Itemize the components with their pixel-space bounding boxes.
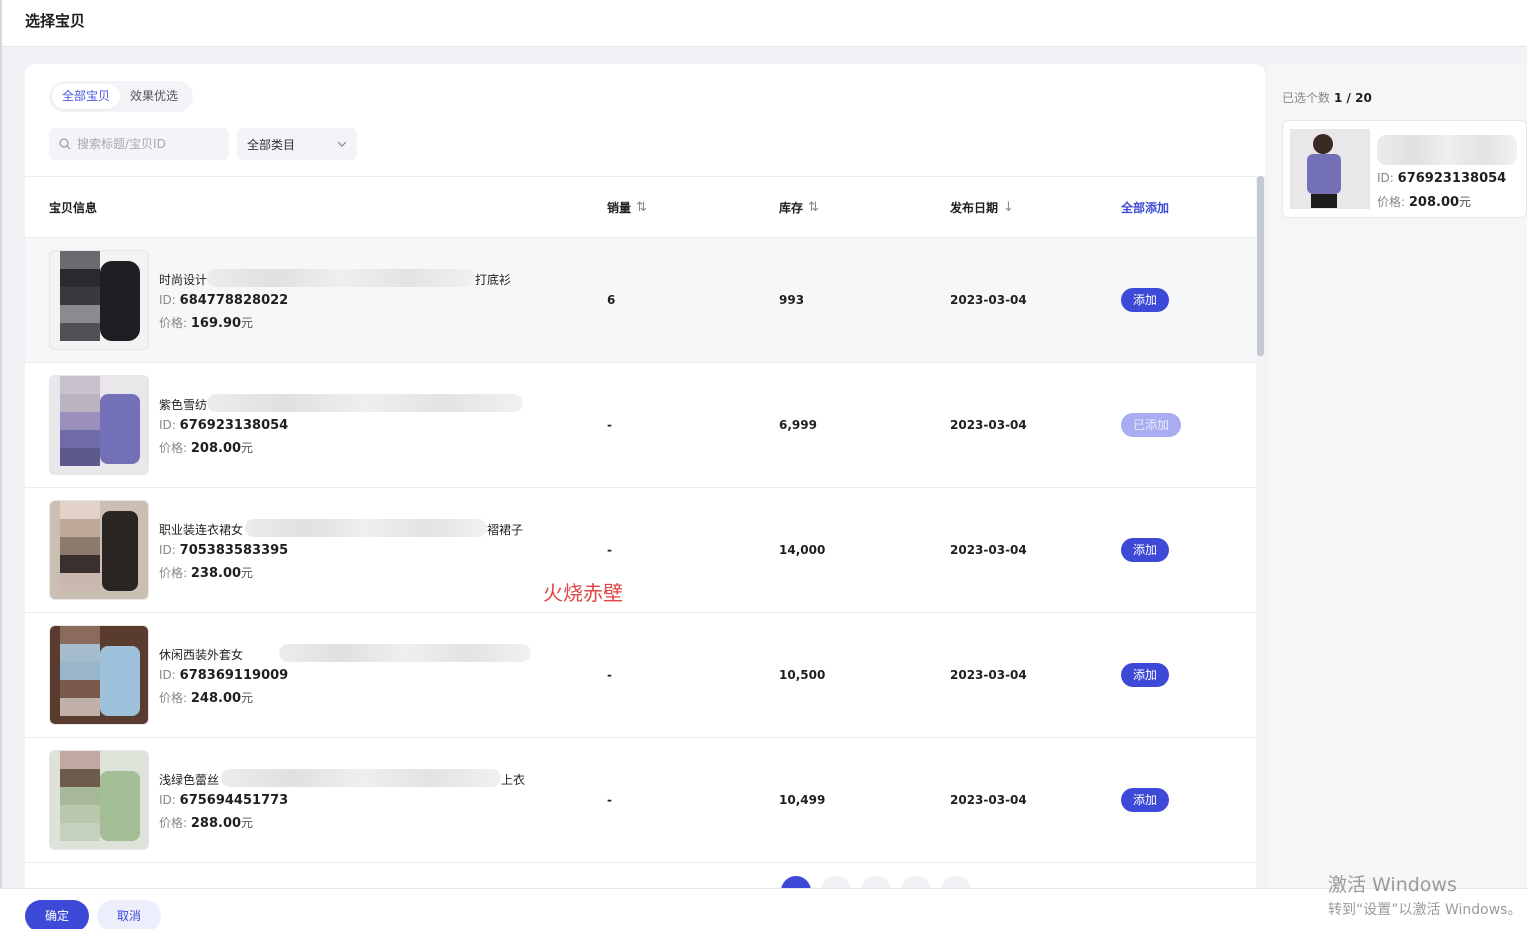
dialog-header: 选择宝贝 xyxy=(2,0,1527,47)
stock-value: 10,500 xyxy=(779,668,826,682)
product-panel: 全部宝贝 效果优选 全部类目 宝贝信息 销量⇅ 库存⇅ 发布日期↓ 全部添加 时… xyxy=(25,64,1265,888)
selected-item-image xyxy=(1290,129,1370,209)
product-title: 时尚设计 打底衫 xyxy=(159,269,539,288)
add-all-button[interactable]: 全部添加 xyxy=(1121,199,1169,216)
tab-all-products[interactable]: 全部宝贝 xyxy=(52,84,121,109)
sales-value: - xyxy=(607,418,612,432)
search-input[interactable] xyxy=(77,137,217,151)
windows-activation-watermark: 激活 Windows 转到“设置”以激活 Windows。 xyxy=(1328,874,1522,918)
publish-date: 2023-03-04 xyxy=(950,543,1027,557)
added-button: 已添加 xyxy=(1121,413,1182,437)
pagination xyxy=(781,876,971,888)
add-button[interactable]: 添加 xyxy=(1121,663,1170,687)
stock-value: 14,000 xyxy=(779,543,826,557)
col-sales[interactable]: 销量 ⇅ xyxy=(607,199,647,216)
table-header: 宝贝信息 销量 ⇅ 库存 ⇅ 发布日期 ↓ 全部添加 xyxy=(25,176,1256,238)
dialog-footer: 确定 取消 xyxy=(0,888,1527,929)
table-row: 浅绿色蕾丝 上衣 ID: 675694451773 价格: 288.00元 - … xyxy=(25,738,1256,863)
product-image xyxy=(49,250,149,350)
sort-icon: ⇅ xyxy=(636,200,647,215)
product-id: ID: 705383583395 xyxy=(159,543,289,558)
col-stock[interactable]: 库存 ⇅ xyxy=(779,199,819,216)
overlay-text: 火烧赤壁 xyxy=(543,581,623,605)
sales-value: 6 xyxy=(607,293,616,307)
col-publish-date[interactable]: 发布日期 ↓ xyxy=(950,199,1014,216)
add-button[interactable]: 添加 xyxy=(1121,538,1170,562)
sort-icon: ⇅ xyxy=(808,200,819,215)
page-button[interactable] xyxy=(901,876,931,888)
category-select-value: 全部类目 xyxy=(247,137,296,152)
product-price: 价格: 248.00元 xyxy=(159,691,254,706)
product-id: ID: 678369119009 xyxy=(159,668,289,683)
selected-item-price: 价格: 208.00元 xyxy=(1377,195,1472,210)
publish-date: 2023-03-04 xyxy=(950,418,1027,432)
product-image xyxy=(49,625,149,725)
cancel-button[interactable]: 取消 xyxy=(97,900,161,929)
scrollbar-thumb[interactable] xyxy=(1257,176,1264,356)
product-price: 价格: 208.00元 xyxy=(159,441,254,456)
confirm-button[interactable]: 确定 xyxy=(25,900,89,929)
tab-group: 全部宝贝 效果优选 xyxy=(49,81,193,112)
search-icon xyxy=(59,138,71,150)
product-title: 浅绿色蕾丝 上衣 xyxy=(159,769,539,788)
stock-value: 10,499 xyxy=(779,793,826,807)
sales-value: - xyxy=(607,668,612,682)
add-button[interactable]: 添加 xyxy=(1121,788,1170,812)
category-select[interactable]: 全部类目 xyxy=(237,128,357,160)
table-row: 休闲西装外套女 ID: 678369119009 价格: 248.00元 - 1… xyxy=(25,613,1256,738)
product-image xyxy=(49,500,149,600)
table-row: 职业装连衣裙女 褶裙子 ID: 705383583395 价格: 238.00元… xyxy=(25,488,1256,613)
page-button[interactable] xyxy=(941,876,971,888)
product-price: 价格: 169.90元 xyxy=(159,316,254,331)
product-price: 价格: 288.00元 xyxy=(159,816,254,831)
product-title: 职业装连衣裙女 褶裙子 xyxy=(159,519,539,538)
page-button[interactable] xyxy=(821,876,851,888)
table-row: 时尚设计 打底衫 ID: 684778828022 价格: 169.90元 6 … xyxy=(25,238,1256,363)
stock-value: 993 xyxy=(779,293,805,307)
selected-item-id: ID: 676923138054 xyxy=(1377,171,1507,186)
window-edge xyxy=(0,0,2,929)
selected-item-card: ID: 676923138054 价格: 208.00元 xyxy=(1282,120,1527,218)
search-box[interactable] xyxy=(49,128,229,160)
selected-item-title xyxy=(1377,133,1519,165)
publish-date: 2023-03-04 xyxy=(950,668,1027,682)
product-id: ID: 684778828022 xyxy=(159,293,289,308)
selected-panel: 已选个数 1 / 20 ID: 676923138054 价格: 208.00元 xyxy=(1266,64,1527,888)
sort-desc-icon: ↓ xyxy=(1003,200,1014,215)
col-product-info: 宝贝信息 xyxy=(49,201,98,215)
sales-value: - xyxy=(607,793,612,807)
publish-date: 2023-03-04 xyxy=(950,293,1027,307)
product-title: 紫色雪纺 xyxy=(159,394,539,413)
product-image xyxy=(49,375,149,475)
stock-value: 6,999 xyxy=(779,418,817,432)
product-id: ID: 676923138054 xyxy=(159,418,289,433)
product-image xyxy=(49,750,149,850)
product-id: ID: 675694451773 xyxy=(159,793,289,808)
page-button[interactable] xyxy=(861,876,891,888)
table-scrollbar[interactable] xyxy=(1256,176,1265,888)
page-button-current[interactable] xyxy=(781,876,811,888)
dialog-title: 选择宝贝 xyxy=(25,12,86,30)
chevron-down-icon xyxy=(337,141,347,147)
publish-date: 2023-03-04 xyxy=(950,793,1027,807)
sales-value: - xyxy=(607,543,612,557)
tab-effect-preferred[interactable]: 效果优选 xyxy=(120,84,188,109)
add-button[interactable]: 添加 xyxy=(1121,288,1170,312)
product-price: 价格: 238.00元 xyxy=(159,566,254,581)
selected-count: 已选个数 1 / 20 xyxy=(1282,91,1372,105)
table-row: 紫色雪纺 ID: 676923138054 价格: 208.00元 - 6,99… xyxy=(25,363,1256,488)
product-title: 休闲西装外套女 xyxy=(159,644,539,663)
